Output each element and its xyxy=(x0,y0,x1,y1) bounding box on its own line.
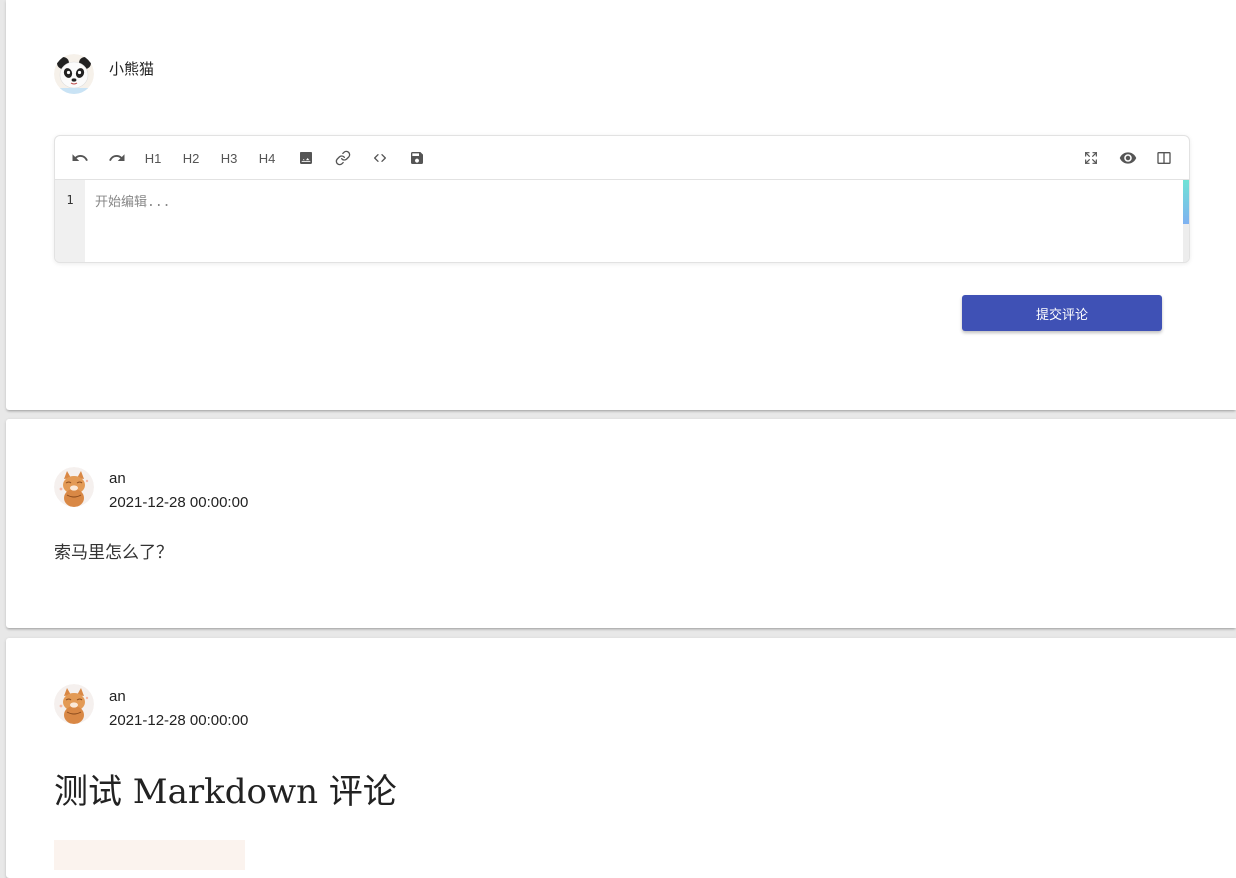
markdown-image xyxy=(54,840,245,870)
editor-placeholder: 开始编辑... xyxy=(95,195,171,210)
undo-icon[interactable] xyxy=(68,146,92,170)
code-icon[interactable] xyxy=(368,146,392,170)
h1-button[interactable]: H1 xyxy=(141,146,165,170)
comment-date: 2021-12-28 00:00:00 xyxy=(109,494,249,511)
editor-input[interactable]: 开始编辑... xyxy=(85,180,1183,262)
redo-icon[interactable] xyxy=(105,146,129,170)
cat-avatar xyxy=(54,684,94,724)
scrollbar-thumb[interactable] xyxy=(1183,180,1189,224)
line-gutter: 1 xyxy=(55,180,85,262)
line-number: 1 xyxy=(66,193,74,207)
h4-button[interactable]: H4 xyxy=(255,146,279,170)
comment-date: 2021-12-28 00:00:00 xyxy=(109,712,249,729)
markdown-editor: H1 H2 H3 H4 1 开始编辑... xyxy=(54,135,1190,263)
comment-user-name: an xyxy=(109,688,126,705)
save-icon[interactable] xyxy=(405,146,429,170)
comment-composer-card: 小熊猫 H1 H2 H3 H4 1 开始编辑... 提交评论 xyxy=(6,0,1236,410)
cat-avatar xyxy=(54,467,94,507)
composer-user-name: 小熊猫 xyxy=(109,61,155,78)
comment-card: an 2021-12-28 00:00:00 测试 Markdown 评论 xyxy=(6,638,1236,878)
h3-button[interactable]: H3 xyxy=(217,146,241,170)
submit-comment-button[interactable]: 提交评论 xyxy=(962,295,1162,331)
h2-button[interactable]: H2 xyxy=(179,146,203,170)
panda-avatar xyxy=(54,54,94,94)
comment-card: an 2021-12-28 00:00:00 索马里怎么了？ xyxy=(6,419,1236,628)
fullscreen-icon[interactable] xyxy=(1079,146,1103,170)
link-icon[interactable] xyxy=(331,146,355,170)
editor-toolbar: H1 H2 H3 H4 xyxy=(55,136,1189,180)
image-icon[interactable] xyxy=(294,146,318,170)
comment-body: 索马里怎么了？ xyxy=(54,543,173,563)
preview-icon[interactable] xyxy=(1116,146,1140,170)
editor-scrollbar[interactable] xyxy=(1183,180,1189,262)
split-view-icon[interactable] xyxy=(1152,146,1176,170)
comment-user-name: an xyxy=(109,470,126,487)
markdown-heading: 测试 Markdown 评论 xyxy=(54,772,397,812)
